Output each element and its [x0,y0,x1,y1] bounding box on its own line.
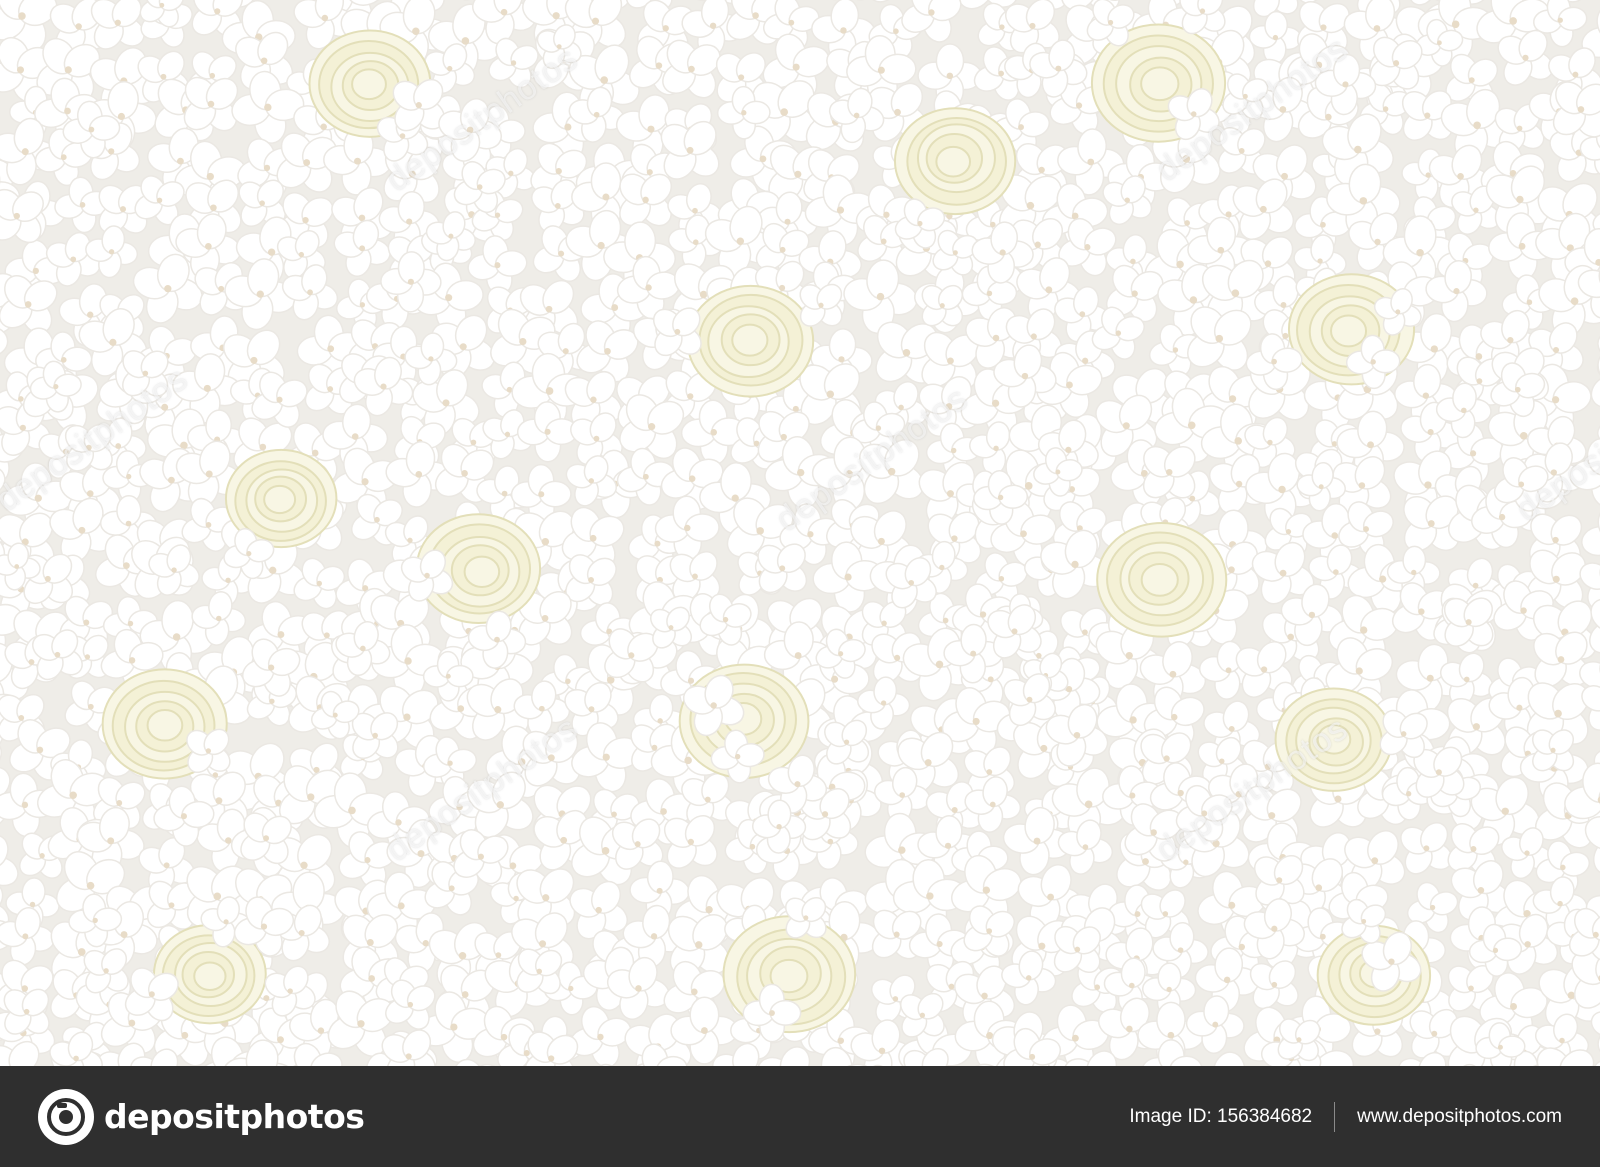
camera-icon [38,1088,94,1145]
rose [1096,521,1228,638]
image-id: Image ID: 156384682 [1129,1105,1313,1127]
flower-wall-image [0,0,1600,1066]
website-link[interactable]: www.depositphotos.com [1357,1106,1562,1128]
footer-divider [1334,1101,1336,1132]
footer-bar: depositphotos Image ID: 156384682 www.de… [0,1066,1600,1167]
depositphotos-logo[interactable]: depositphotos [38,1088,365,1145]
flower-photo: depositphotos depositphotos depositphoto… [0,0,1600,1066]
rose [686,284,815,398]
rose [893,107,1017,216]
logo-text: depositphotos [104,1097,365,1136]
rose [1274,687,1393,792]
